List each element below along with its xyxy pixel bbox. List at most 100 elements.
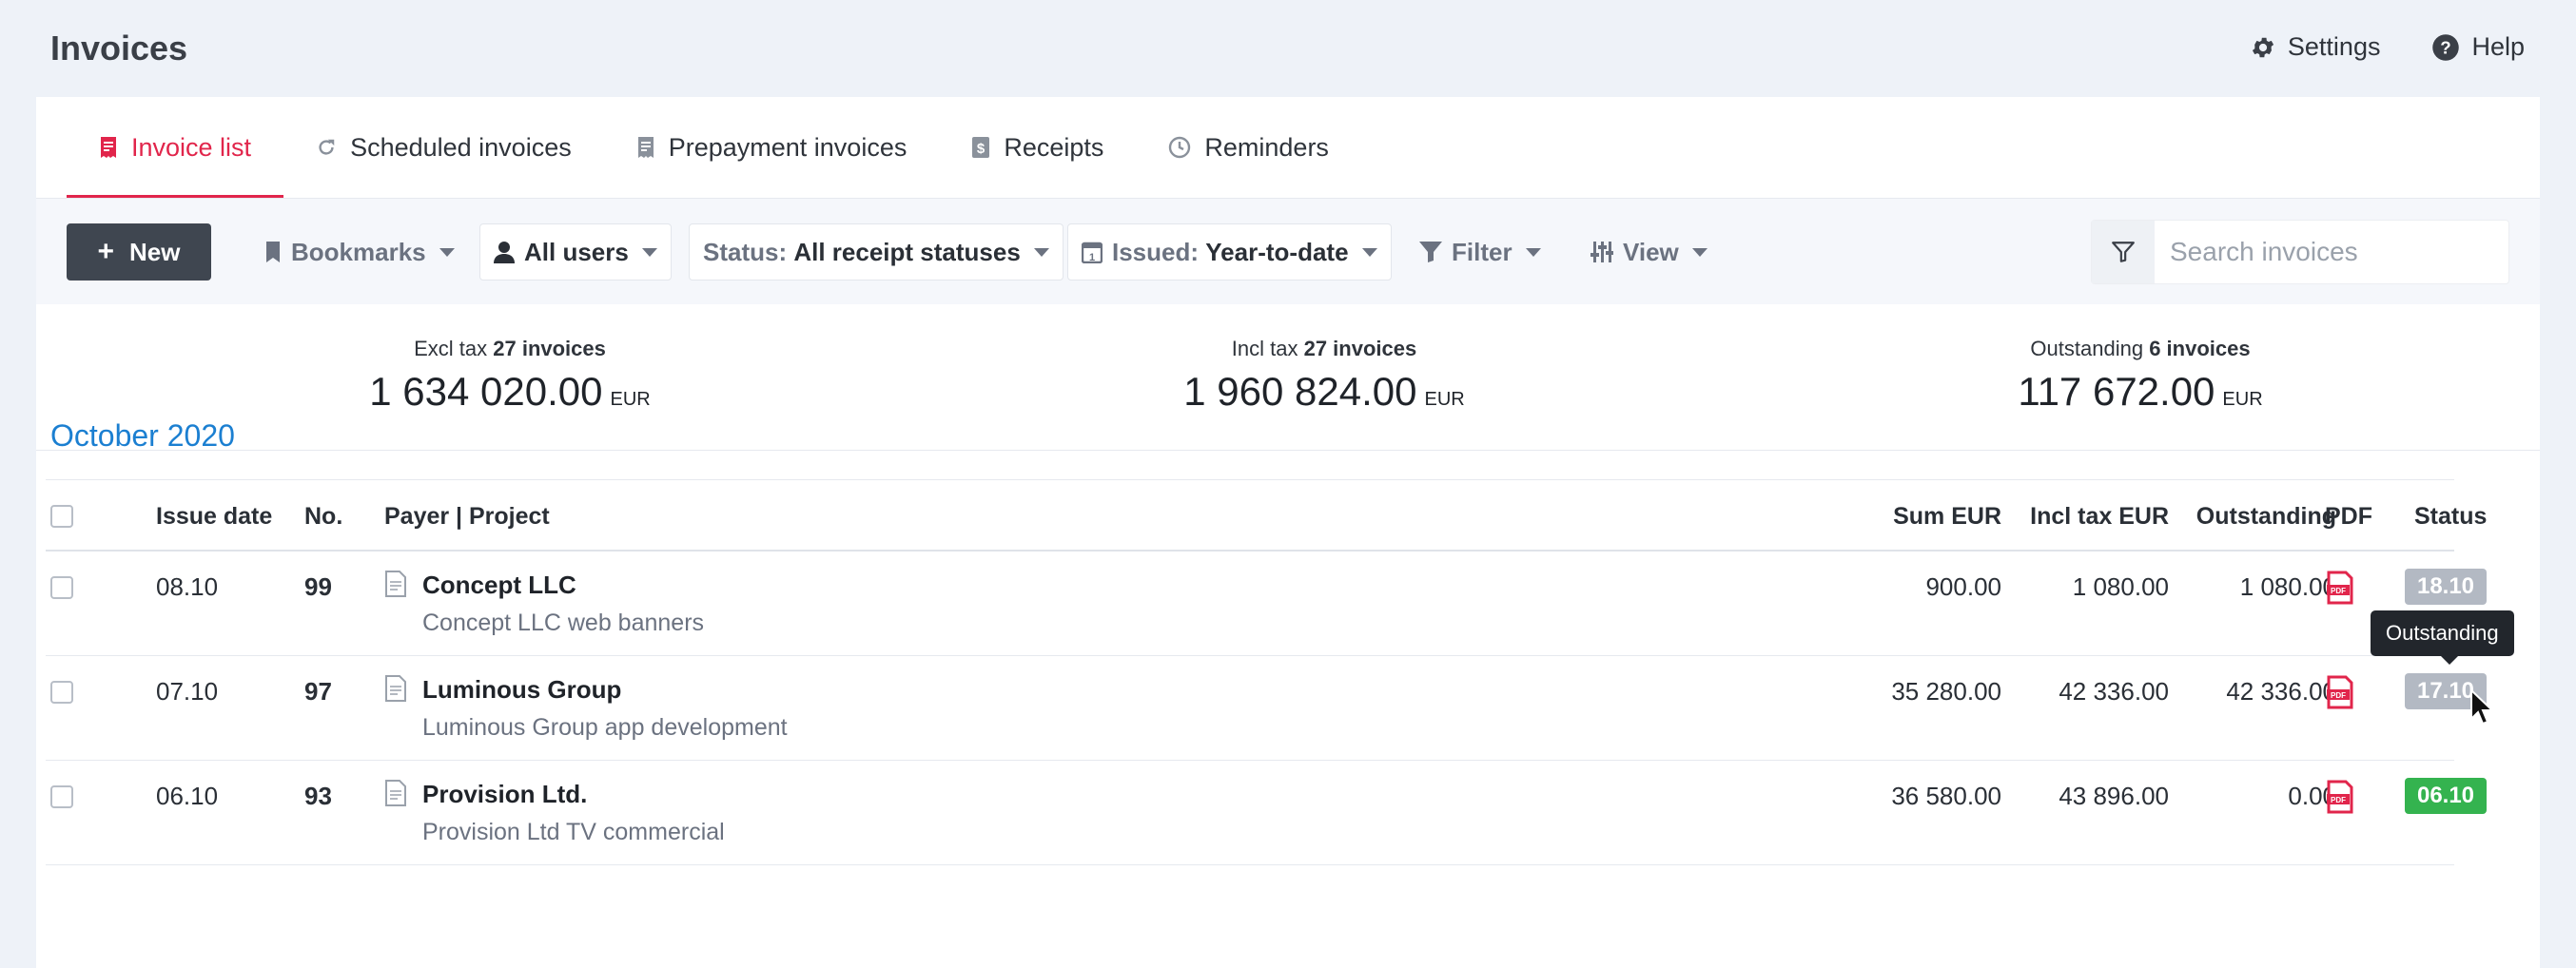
help-label: Help <box>2471 32 2525 61</box>
status-badge[interactable]: 18.10 <box>2405 569 2487 605</box>
plus-icon: + <box>97 236 115 267</box>
payer-name: Concept LLC <box>422 571 576 599</box>
invoice-table: Issue date No. Payer | Project Sum EUR I… <box>46 479 2487 865</box>
row-number: 93 <box>304 782 332 810</box>
pdf-icon[interactable]: PDF <box>2325 675 2355 709</box>
svg-text:PDF: PDF <box>2331 796 2346 804</box>
row-number: 99 <box>304 572 332 601</box>
row-payer[interactable]: Provision Ltd. Provision Ltd TV commerci… <box>384 780 725 846</box>
table-row[interactable]: 07.10 97 Luminous Group Luminous Group a… <box>46 656 2487 761</box>
summary-count: 27 invoices <box>493 337 606 360</box>
row-sum: 35 280.00 <box>1891 677 2001 706</box>
chevron-down-icon <box>439 247 455 257</box>
status-dropdown[interactable]: Status: All receipt statuses <box>689 223 1064 281</box>
issued-prefix: Issued: <box>1112 237 1200 266</box>
payer-name: Luminous Group <box>422 675 622 704</box>
col-outstanding[interactable]: Outstanding <box>2150 503 2336 531</box>
summary-value: 1 960 824.00 <box>1183 369 1417 414</box>
row-checkbox[interactable] <box>50 785 73 808</box>
calendar-icon: 1 <box>1082 242 1103 263</box>
bookmarks-label: Bookmarks <box>291 237 426 266</box>
select-all-checkbox[interactable] <box>50 505 73 528</box>
row-payer[interactable]: Concept LLC Concept LLC web banners <box>384 571 704 637</box>
users-dropdown[interactable]: All users <box>479 223 672 281</box>
filter-dropdown[interactable]: Filter <box>1406 223 1554 281</box>
col-status[interactable]: Status <box>2414 503 2487 531</box>
document-icon <box>385 780 406 806</box>
svg-text:PDF: PDF <box>2331 691 2346 700</box>
new-invoice-button[interactable]: + New <box>67 223 211 281</box>
col-incl-tax[interactable]: Incl tax EUR <box>1986 503 2169 531</box>
row-date: 06.10 <box>156 782 219 810</box>
project-name: Luminous Group app development <box>422 714 788 741</box>
pdf-icon[interactable]: PDF <box>2325 780 2355 814</box>
tab-invoice-list[interactable]: Invoice list <box>67 97 284 198</box>
help-link[interactable]: ? Help <box>2431 32 2525 62</box>
summary-value: 117 672.00 <box>2018 369 2215 414</box>
table-row[interactable]: 08.10 99 Concept LLC Concept LLC web ban… <box>46 552 2487 656</box>
table-row[interactable]: 06.10 93 Provision Ltd. Provision Ltd TV… <box>46 761 2487 865</box>
summary-outstanding: Outstanding 6 invoices 117 672.00 EUR <box>1903 337 2378 415</box>
payer-name: Provision Ltd. <box>422 780 588 808</box>
summary-excl-tax: Excl tax 27 invoices 1 634 020.00 EUR <box>272 337 748 415</box>
row-payer[interactable]: Luminous Group Luminous Group app develo… <box>384 675 788 742</box>
table-header: Issue date No. Payer | Project Sum EUR I… <box>46 479 2487 552</box>
col-payer[interactable]: Payer | Project <box>384 503 550 531</box>
settings-link[interactable]: Settings <box>2250 32 2381 62</box>
row-outstanding: 1 080.00 <box>2239 572 2336 601</box>
summary-currency: EUR <box>1424 389 1465 410</box>
col-no[interactable]: No. <box>304 503 342 531</box>
svg-text:PDF: PDF <box>2331 587 2346 595</box>
row-number: 97 <box>304 677 332 706</box>
tab-bar: Invoice list Scheduled invoices Prepayme… <box>36 97 2540 198</box>
row-checkbox[interactable] <box>50 576 73 599</box>
tab-label: Invoice list <box>131 132 252 162</box>
row-date: 07.10 <box>156 677 219 706</box>
pdf-icon[interactable]: PDF <box>2325 571 2355 605</box>
gear-icon <box>2252 37 2274 57</box>
view-dropdown[interactable]: View <box>1577 223 1721 281</box>
row-incl-tax: 1 080.00 <box>2072 572 2169 601</box>
col-pdf: PDF <box>2325 503 2372 530</box>
summary-bar: Excl tax 27 invoices 1 634 020.00 EUR Inc… <box>36 304 2540 451</box>
summary-count: 6 invoices <box>2149 337 2251 360</box>
summary-value: 1 634 020.00 <box>369 369 603 414</box>
document-icon <box>385 675 406 702</box>
settings-label: Settings <box>2287 32 2381 61</box>
summary-count: 27 invoices <box>1303 337 1417 360</box>
funnel-icon <box>1419 242 1442 262</box>
bookmarks-dropdown[interactable]: Bookmarks <box>251 223 468 281</box>
status-badge[interactable]: 06.10 <box>2405 778 2487 814</box>
bookmark-icon <box>266 242 280 262</box>
tab-label: Reminders <box>1204 132 1329 162</box>
tab-label: Prepayment invoices <box>668 132 907 162</box>
search-filter-button[interactable] <box>2092 221 2155 283</box>
page-title: Invoices <box>50 29 188 68</box>
tab-label: Scheduled invoices <box>350 132 572 162</box>
chevron-down-icon <box>1525 247 1541 257</box>
status-value: All receipt statuses <box>793 237 1021 266</box>
row-incl-tax: 42 336.00 <box>2059 677 2169 706</box>
mouse-cursor-icon <box>2470 688 2494 726</box>
issued-dropdown[interactable]: 1 Issued: Year-to-date <box>1067 223 1392 281</box>
refresh-icon <box>319 139 335 155</box>
row-checkbox[interactable] <box>50 681 73 704</box>
svg-text:1: 1 <box>1089 252 1095 263</box>
tab-scheduled-invoices[interactable]: Scheduled invoices <box>283 97 604 198</box>
col-sum[interactable]: Sum EUR <box>1849 503 2001 531</box>
tab-receipts[interactable]: $ Receipts <box>939 97 1136 198</box>
search-input[interactable] <box>2155 237 2507 267</box>
svg-text:$: $ <box>977 141 986 157</box>
summary-currency: EUR <box>610 389 651 410</box>
tab-prepayment-invoices[interactable]: Prepayment invoices <box>604 97 940 198</box>
status-tooltip: Outstanding <box>2371 610 2514 665</box>
tab-reminders[interactable]: Reminders <box>1136 97 1361 198</box>
help-circle-icon: ? <box>2432 33 2460 61</box>
summary-currency: EUR <box>2222 389 2263 410</box>
col-issue-date[interactable]: Issue date <box>156 503 272 531</box>
chevron-down-icon <box>1691 247 1708 257</box>
summary-incl-tax: Incl tax 27 invoices 1 960 824.00 EUR <box>1086 337 1562 415</box>
document-icon <box>385 571 406 597</box>
project-name: Concept LLC web banners <box>422 610 705 636</box>
row-sum: 36 580.00 <box>1891 782 2001 810</box>
